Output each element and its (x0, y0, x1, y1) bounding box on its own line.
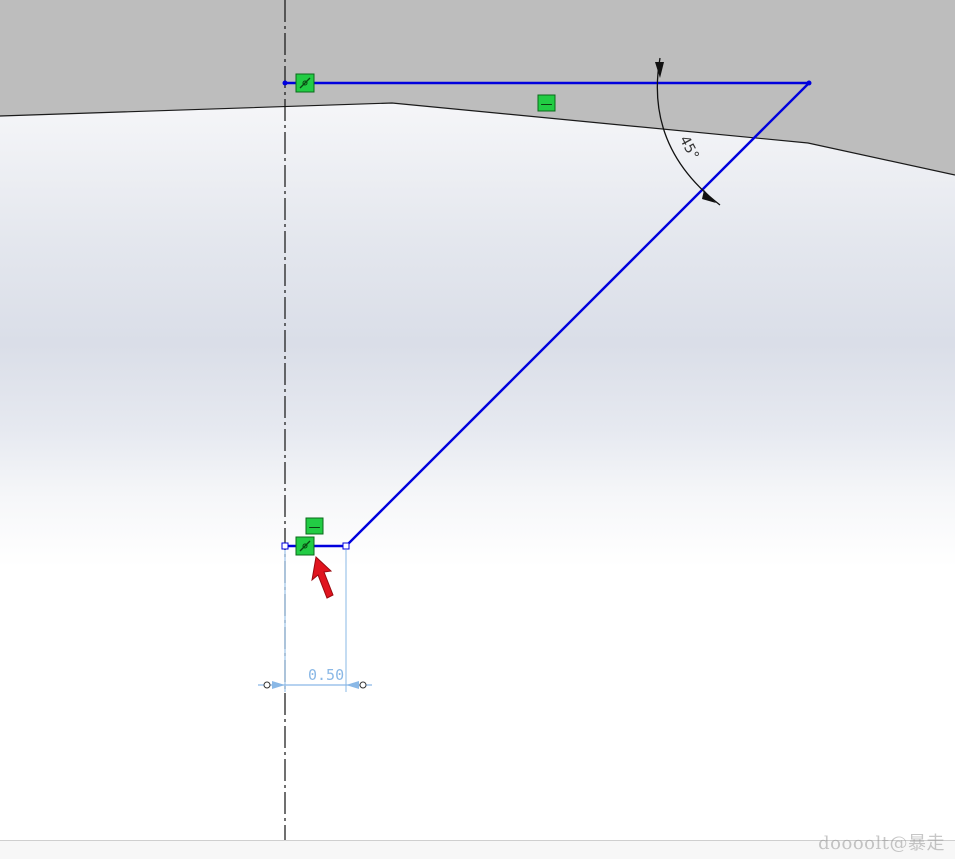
horizontal-relation-icon-bottom[interactable]: — (305, 517, 324, 535)
sketch-point-bottom-right[interactable] (342, 542, 350, 550)
coincident-relation-icon-bottom[interactable] (295, 536, 315, 556)
dimension-arrow-right (346, 681, 359, 689)
angle-dimension-value[interactable]: 45° (676, 133, 702, 162)
angle-arrow-bottom (702, 190, 716, 203)
horizontal-relation-icon-top[interactable]: — (537, 94, 556, 112)
model-face-region (0, 0, 955, 175)
annotation-arrow-icon (311, 556, 334, 599)
sketch-line-diagonal[interactable] (345, 82, 810, 547)
sketch-canvas[interactable]: 0.50 45° — — (0, 0, 955, 859)
sketch-point-top-right[interactable] (806, 80, 812, 86)
coincident-relation-icon-top[interactable] (295, 73, 315, 93)
watermark: doooolt@暴走 (818, 833, 945, 854)
svg-text:—: — (541, 97, 553, 111)
graphics-viewport[interactable]: 0.50 45° — — doooolt@暴走 (0, 0, 955, 859)
status-strip (0, 840, 955, 859)
sketch-point-top-left[interactable] (282, 80, 288, 86)
dimension-arrow-left (272, 681, 285, 689)
dimension-handle-left[interactable] (263, 681, 271, 689)
dimension-handle-right[interactable] (359, 681, 367, 689)
svg-text:—: — (309, 520, 321, 534)
linear-dimension-value[interactable]: 0.50 (308, 666, 344, 684)
sketch-point-bottom-left[interactable] (281, 542, 289, 550)
